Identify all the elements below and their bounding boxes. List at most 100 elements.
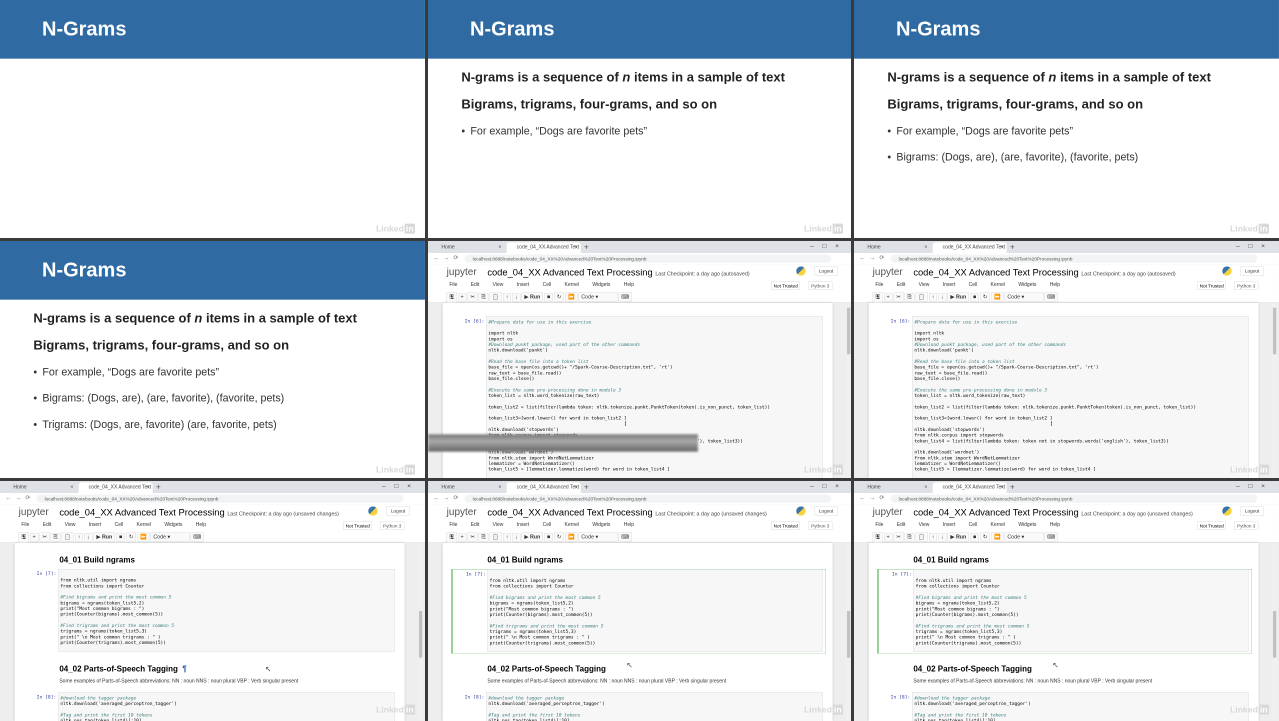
jupyter-logo[interactable]: jupyter bbox=[19, 506, 49, 517]
tab-home[interactable]: Home × bbox=[857, 242, 930, 253]
url-input[interactable]: localhost:8888/notebooks/code_04_XX%20Ad… bbox=[464, 494, 832, 503]
notebook-title[interactable]: code_04_XX Advanced Text Processing Last … bbox=[59, 507, 338, 518]
menu-view[interactable]: View bbox=[493, 282, 504, 288]
code-editor[interactable]: from nltk.util import ngrams from collect… bbox=[487, 569, 823, 652]
menu-kernel[interactable]: Kernel bbox=[991, 282, 1005, 288]
scrollbar[interactable] bbox=[1272, 304, 1277, 478]
copy-icon[interactable]: ⎘ bbox=[904, 533, 915, 542]
menu-help[interactable]: Help bbox=[1050, 282, 1060, 288]
thumbnail-slide-ngrams-title[interactable]: N-Grams Linkedin bbox=[0, 0, 425, 238]
stop-icon[interactable]: ■ bbox=[544, 293, 553, 302]
fast-forward-icon[interactable]: ⏩ bbox=[991, 532, 1004, 542]
code-cell-7[interactable]: In [7]: from nltk.util import ngrams from… bbox=[451, 568, 826, 654]
menu-file[interactable]: File bbox=[449, 282, 457, 288]
paste-icon[interactable]: 📋 bbox=[915, 292, 928, 302]
restart-icon[interactable]: ↻ bbox=[554, 292, 565, 302]
logout-button[interactable]: Logout bbox=[1240, 266, 1264, 276]
save-icon[interactable]: 🖫 bbox=[446, 292, 457, 304]
nav-buttons[interactable]: ←→⟳ bbox=[859, 494, 888, 501]
code-editor[interactable]: #Prepare data for use in this exercise i… bbox=[485, 316, 823, 478]
url-input[interactable]: localhost:8888/notebooks/code_04_XX%20Ad… bbox=[890, 254, 1258, 263]
scrollbar[interactable] bbox=[846, 544, 851, 720]
save-icon[interactable]: 🖫 bbox=[872, 532, 883, 544]
nav-buttons[interactable]: ←→⟳ bbox=[433, 254, 462, 261]
menu-file[interactable]: File bbox=[21, 522, 29, 528]
cut-icon[interactable]: ✂ bbox=[893, 292, 904, 302]
menu-view[interactable]: View bbox=[493, 522, 504, 528]
stop-icon[interactable]: ■ bbox=[970, 293, 979, 302]
thumbnail-notebook-build-ngrams[interactable]: Home×code_04_XX Advanced Text Pro...×+–□… bbox=[0, 481, 425, 721]
fast-forward-icon[interactable]: ⏩ bbox=[991, 292, 1004, 302]
restart-icon[interactable]: ↻ bbox=[980, 292, 991, 302]
run-button[interactable]: ▶ Run bbox=[521, 292, 543, 302]
thumbnail-slide-ngrams-definition[interactable]: N-Grams N-grams is a sequence of n items … bbox=[428, 0, 851, 238]
menu-kernel[interactable]: Kernel bbox=[991, 522, 1005, 528]
paste-icon[interactable]: 📋 bbox=[489, 532, 502, 542]
tab-home[interactable]: Home × bbox=[3, 482, 76, 493]
new-tab-icon[interactable]: + bbox=[156, 482, 161, 491]
url-input[interactable]: localhost:8888/notebooks/code_04_XX%20Ad… bbox=[36, 494, 404, 503]
stop-icon[interactable]: ■ bbox=[116, 533, 125, 542]
menu-cell[interactable]: Cell bbox=[115, 522, 124, 528]
thumbnail-slide-ngrams-bigrams[interactable]: N-Grams N-grams is a sequence of n items … bbox=[854, 0, 1279, 238]
menu-cell[interactable]: Cell bbox=[543, 522, 552, 528]
menu-widgets[interactable]: Widgets bbox=[1018, 522, 1036, 528]
menu-help[interactable]: Help bbox=[196, 522, 206, 528]
tab-notebook[interactable]: code_04_XX Advanced Text Pro...× bbox=[932, 242, 1007, 260]
tab-home[interactable]: Home × bbox=[431, 482, 504, 493]
menu-widgets[interactable]: Widgets bbox=[592, 282, 610, 288]
fast-forward-icon[interactable]: ⏩ bbox=[565, 292, 578, 302]
window-controls[interactable]: –□× bbox=[810, 242, 848, 250]
restart-icon[interactable]: ↻ bbox=[554, 532, 565, 542]
paste-icon[interactable]: 📋 bbox=[489, 292, 502, 302]
menu-view[interactable]: View bbox=[65, 522, 76, 528]
new-tab-icon[interactable]: + bbox=[1010, 482, 1015, 491]
menu-view[interactable]: View bbox=[919, 282, 930, 288]
fast-forward-icon[interactable]: ⏩ bbox=[565, 532, 578, 542]
copy-icon[interactable]: ⎘ bbox=[904, 293, 915, 302]
thumbnail-notebook-prepare-data[interactable]: Home×code_04_XX Advanced Text Pro...×+–□… bbox=[428, 241, 851, 478]
restart-icon[interactable]: ↻ bbox=[126, 532, 137, 542]
stop-icon[interactable]: ■ bbox=[544, 533, 553, 542]
add-cell-icon[interactable]: + bbox=[29, 533, 39, 542]
menu-widgets[interactable]: Widgets bbox=[164, 522, 182, 528]
window-controls[interactable]: –□× bbox=[1236, 242, 1274, 250]
new-tab-icon[interactable]: + bbox=[584, 482, 589, 491]
cell-type-select[interactable]: Code ▾ bbox=[578, 532, 618, 542]
move-down-icon[interactable]: ↓ bbox=[938, 293, 947, 302]
cell-type-select[interactable]: Code ▾ bbox=[150, 532, 190, 542]
jupyter-logo[interactable]: jupyter bbox=[447, 506, 477, 517]
menu-view[interactable]: View bbox=[919, 522, 930, 528]
not-trusted-badge[interactable]: Not Trusted bbox=[771, 281, 801, 290]
run-button[interactable]: ▶ Run bbox=[947, 532, 969, 542]
not-trusted-badge[interactable]: Not Trusted bbox=[343, 521, 373, 530]
logout-button[interactable]: Logout bbox=[814, 506, 838, 516]
logout-button[interactable]: Logout bbox=[814, 266, 838, 276]
add-cell-icon[interactable]: + bbox=[457, 533, 467, 542]
cut-icon[interactable]: ✂ bbox=[893, 532, 904, 542]
code-cell-7[interactable]: In [7]: from nltk.util import ngrams from… bbox=[23, 568, 398, 653]
menu-file[interactable]: File bbox=[875, 282, 883, 288]
menu-insert[interactable]: Insert bbox=[517, 522, 530, 528]
notebook-title[interactable]: code_04_XX Advanced Text Processing Last … bbox=[913, 507, 1192, 518]
code-cell-8[interactable]: In [8]: #download the tagger package nltk.… bbox=[23, 692, 398, 721]
scrollbar[interactable] bbox=[418, 544, 423, 720]
menu-help[interactable]: Help bbox=[624, 522, 634, 528]
jupyter-logo[interactable]: jupyter bbox=[873, 266, 903, 277]
move-up-icon[interactable]: ↑ bbox=[929, 533, 938, 542]
window-controls[interactable]: –□× bbox=[810, 482, 848, 490]
copy-icon[interactable]: ⎘ bbox=[50, 533, 61, 542]
stop-icon[interactable]: ■ bbox=[970, 533, 979, 542]
save-icon[interactable]: 🖫 bbox=[18, 532, 29, 544]
cut-icon[interactable]: ✂ bbox=[39, 532, 50, 542]
copy-icon[interactable]: ⎘ bbox=[478, 293, 489, 302]
menu-file[interactable]: File bbox=[875, 522, 883, 528]
tab-notebook[interactable]: code_04_XX Advanced Text Pro...× bbox=[506, 482, 581, 500]
nav-buttons[interactable]: ←→⟳ bbox=[859, 254, 888, 261]
move-down-icon[interactable]: ↓ bbox=[84, 533, 93, 542]
notebook-title[interactable]: code_04_XX Advanced Text Processing Last … bbox=[487, 507, 766, 518]
logout-button[interactable]: Logout bbox=[1240, 506, 1264, 516]
notebook-title[interactable]: code_04_XX Advanced Text Processing Last … bbox=[913, 267, 1175, 278]
move-up-icon[interactable]: ↑ bbox=[503, 293, 512, 302]
code-editor[interactable]: #Prepare data for use in this exercise i… bbox=[911, 316, 1249, 478]
